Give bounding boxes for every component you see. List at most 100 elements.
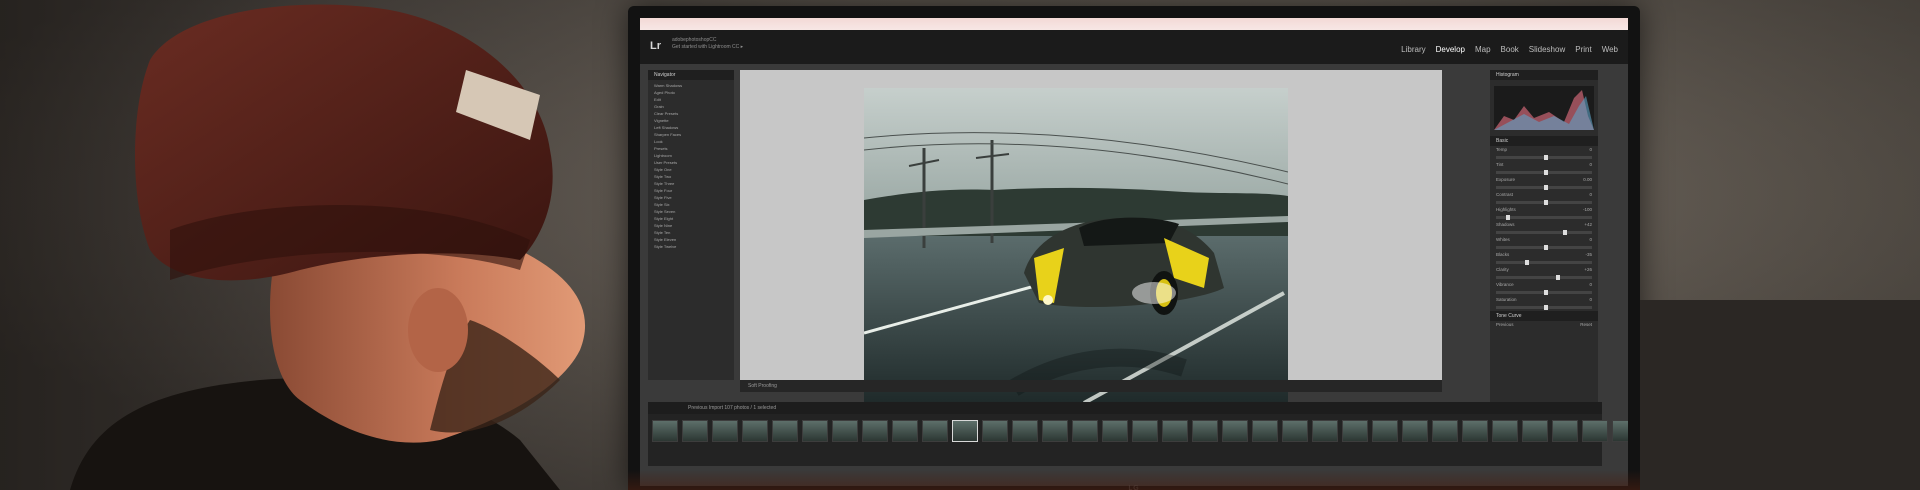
filmstrip-thumbnail[interactable] bbox=[1432, 420, 1458, 442]
preset-item[interactable]: Presets bbox=[654, 145, 728, 152]
filmstrip-thumbnail[interactable] bbox=[1402, 420, 1428, 442]
preset-item[interactable]: Style Six bbox=[654, 201, 728, 208]
preset-item[interactable]: Style Four bbox=[654, 187, 728, 194]
filmstrip-thumbnail[interactable] bbox=[862, 420, 888, 442]
filmstrip-source[interactable]: Previous Import 107 photos / 1 selected bbox=[688, 405, 776, 411]
preset-item[interactable]: Style Five bbox=[654, 194, 728, 201]
preset-item[interactable]: Left Shadows bbox=[654, 124, 728, 131]
adjustment-value[interactable]: 0 bbox=[1589, 191, 1592, 199]
filmstrip-thumbnail[interactable] bbox=[802, 420, 828, 442]
preset-item[interactable]: Style Seven bbox=[654, 208, 728, 215]
adjustment-value[interactable]: +26 bbox=[1584, 266, 1592, 274]
filmstrip-thumbnail[interactable] bbox=[1042, 420, 1068, 442]
filmstrip-thumbnail[interactable] bbox=[892, 420, 918, 442]
preset-item[interactable]: Lightroom bbox=[654, 152, 728, 159]
filmstrip-thumbnail[interactable] bbox=[682, 420, 708, 442]
adjustment-value[interactable]: -100 bbox=[1583, 206, 1592, 214]
adjustment-slider[interactable] bbox=[1496, 245, 1592, 250]
preset-item[interactable]: Aged Photo bbox=[654, 89, 728, 96]
filmstrip-thumbnail[interactable] bbox=[1462, 420, 1488, 442]
slider-handle[interactable] bbox=[1524, 260, 1529, 265]
module-slideshow[interactable]: Slideshow bbox=[1529, 45, 1565, 54]
filmstrip-thumbnail[interactable] bbox=[952, 420, 978, 442]
filmstrip-thumbnail[interactable] bbox=[1222, 420, 1248, 442]
slider-handle[interactable] bbox=[1505, 215, 1510, 220]
preset-item[interactable]: Sharpen Faces bbox=[654, 131, 728, 138]
filmstrip-thumbnail[interactable] bbox=[1102, 420, 1128, 442]
tone-curve-header[interactable]: Tone Curve bbox=[1490, 311, 1598, 321]
preset-item[interactable]: Clear Presets bbox=[654, 110, 728, 117]
image-canvas[interactable] bbox=[740, 70, 1442, 403]
filmstrip-thumbnail[interactable] bbox=[922, 420, 948, 442]
adjustment-value[interactable]: 0 bbox=[1589, 161, 1592, 169]
slider-handle[interactable] bbox=[1544, 155, 1548, 160]
preset-item[interactable]: Style Eleven bbox=[654, 236, 728, 243]
slider-handle[interactable] bbox=[1555, 275, 1560, 280]
reset-button[interactable]: Reset bbox=[1580, 321, 1592, 329]
identity-line-2[interactable]: Get started with Lightroom CC ▸ bbox=[672, 44, 743, 51]
preset-item[interactable]: Vignette bbox=[654, 117, 728, 124]
module-library[interactable]: Library bbox=[1401, 45, 1425, 54]
adjustment-value[interactable]: 0 bbox=[1589, 236, 1592, 244]
filmstrip-thumbnail[interactable] bbox=[1282, 420, 1308, 442]
filmstrip-thumbnail[interactable] bbox=[1252, 420, 1278, 442]
adjustment-slider[interactable] bbox=[1496, 215, 1592, 220]
adjustment-slider[interactable] bbox=[1496, 305, 1592, 310]
filmstrip-thumbnail[interactable] bbox=[712, 420, 738, 442]
filmstrip-thumbnail[interactable] bbox=[1192, 420, 1218, 442]
filmstrip-thumbnail[interactable] bbox=[1312, 420, 1338, 442]
adjustment-slider[interactable] bbox=[1496, 275, 1592, 280]
filmstrip-thumbnail[interactable] bbox=[1072, 420, 1098, 442]
slider-handle[interactable] bbox=[1544, 305, 1548, 310]
slider-handle[interactable] bbox=[1544, 245, 1548, 250]
module-print[interactable]: Print bbox=[1575, 45, 1591, 54]
histogram-header[interactable]: Histogram bbox=[1490, 70, 1598, 80]
filmstrip-thumbnail[interactable] bbox=[1012, 420, 1038, 442]
filmstrip-thumbnail[interactable] bbox=[1612, 420, 1628, 442]
adjustment-value[interactable]: +42 bbox=[1584, 221, 1592, 229]
adjustment-value[interactable]: 0.00 bbox=[1583, 176, 1592, 184]
adjustment-value[interactable]: 0 bbox=[1589, 296, 1592, 304]
slider-handle[interactable] bbox=[1544, 185, 1548, 190]
adjustment-slider[interactable] bbox=[1496, 185, 1592, 190]
adjustment-slider[interactable] bbox=[1496, 155, 1592, 160]
preset-item[interactable]: Style Two bbox=[654, 173, 728, 180]
module-map[interactable]: Map bbox=[1475, 45, 1491, 54]
slider-handle[interactable] bbox=[1544, 170, 1548, 175]
filmstrip-thumbnail[interactable] bbox=[1522, 420, 1548, 442]
preset-item[interactable]: User Presets bbox=[654, 159, 728, 166]
filmstrip-thumbnail[interactable] bbox=[1162, 420, 1188, 442]
adjustment-value[interactable]: -35 bbox=[1585, 251, 1592, 259]
filmstrip-thumbnail[interactable] bbox=[652, 420, 678, 442]
soft-proofing-label[interactable]: Soft Proofing bbox=[748, 383, 777, 389]
preset-item[interactable]: Style Eight bbox=[654, 215, 728, 222]
navigator-header[interactable]: Navigator bbox=[648, 70, 734, 80]
adjustment-value[interactable]: 0 bbox=[1589, 146, 1592, 154]
module-book[interactable]: Book bbox=[1501, 45, 1519, 54]
module-develop[interactable]: Develop bbox=[1436, 45, 1465, 54]
preset-item[interactable]: Style Ten bbox=[654, 229, 728, 236]
filmstrip-thumbnail[interactable] bbox=[1342, 420, 1368, 442]
filmstrip-thumbnail[interactable] bbox=[742, 420, 768, 442]
slider-handle[interactable] bbox=[1563, 230, 1568, 235]
filmstrip-thumbnail[interactable] bbox=[832, 420, 858, 442]
adjustment-value[interactable]: 0 bbox=[1589, 281, 1592, 289]
previous-button[interactable]: Previous bbox=[1496, 321, 1514, 329]
preset-item[interactable]: Style Twelve bbox=[654, 243, 728, 250]
basic-section-header[interactable]: Basic bbox=[1490, 136, 1598, 146]
filmstrip-thumbnail[interactable] bbox=[1582, 420, 1608, 442]
adjustment-slider[interactable] bbox=[1496, 200, 1592, 205]
preset-item[interactable]: Warm Shadows bbox=[654, 82, 728, 89]
filmstrip-thumbnail[interactable] bbox=[982, 420, 1008, 442]
module-web[interactable]: Web bbox=[1602, 45, 1618, 54]
preset-item[interactable]: Grain bbox=[654, 103, 728, 110]
preset-item[interactable]: Style Nine bbox=[654, 222, 728, 229]
slider-handle[interactable] bbox=[1544, 200, 1548, 205]
filmstrip-thumbnail[interactable] bbox=[1132, 420, 1158, 442]
adjustment-slider[interactable] bbox=[1496, 170, 1592, 175]
preset-item[interactable]: Edit bbox=[654, 96, 728, 103]
filmstrip-thumbnail[interactable] bbox=[1552, 420, 1578, 442]
slider-handle[interactable] bbox=[1544, 290, 1548, 295]
filmstrip-thumbnail[interactable] bbox=[1372, 420, 1398, 442]
adjustment-slider[interactable] bbox=[1496, 260, 1592, 265]
